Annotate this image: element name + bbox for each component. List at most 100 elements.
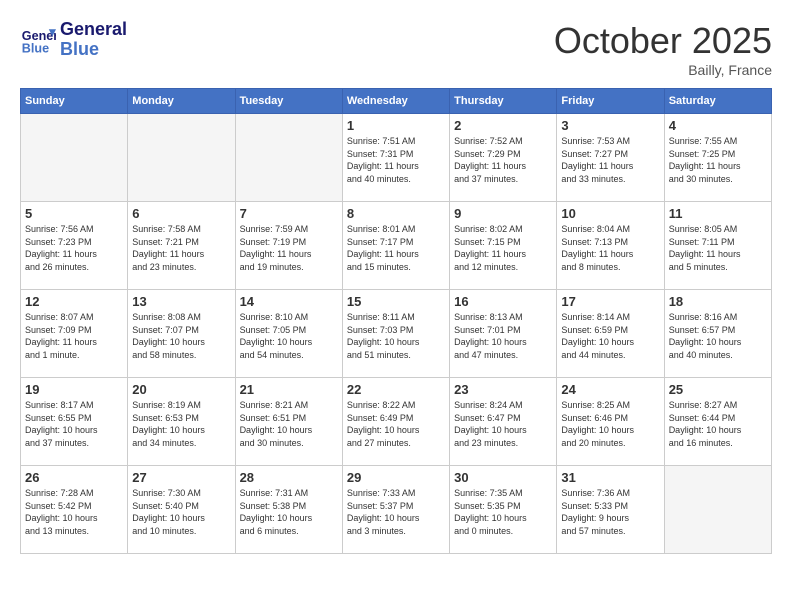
week-row-1: 1 Sunrise: 7:51 AM Sunset: 7:31 PM Daylig…	[21, 114, 772, 202]
day-info: Sunrise: 7:36 AM Sunset: 5:33 PM Dayligh…	[561, 487, 659, 537]
page-header: General Blue General Blue October 2025 B…	[20, 20, 772, 78]
weekday-header-sunday: Sunday	[21, 89, 128, 114]
day-info: Sunrise: 7:52 AM Sunset: 7:29 PM Dayligh…	[454, 135, 552, 185]
day-info: Sunrise: 8:02 AM Sunset: 7:15 PM Dayligh…	[454, 223, 552, 273]
title-block: October 2025 Bailly, France	[554, 20, 772, 78]
calendar-cell: 25 Sunrise: 8:27 AM Sunset: 6:44 PM Dayli…	[664, 378, 771, 466]
calendar-cell: 12Sunrise: 8:07 AM Sunset: 7:09 PM Dayli…	[21, 290, 128, 378]
day-info: Sunrise: 7:31 AM Sunset: 5:38 PM Dayligh…	[240, 487, 338, 537]
day-info: Sunrise: 8:16 AM Sunset: 6:57 PM Dayligh…	[669, 311, 767, 361]
calendar-cell: 27 Sunrise: 7:30 AM Sunset: 5:40 PM Dayli…	[128, 466, 235, 554]
day-info: Sunrise: 7:56 AM Sunset: 7:23 PM Dayligh…	[25, 223, 123, 273]
day-number: 14	[240, 294, 338, 309]
day-number: 17	[561, 294, 659, 309]
day-number: 15	[347, 294, 445, 309]
calendar-cell	[128, 114, 235, 202]
day-info: Sunrise: 8:27 AM Sunset: 6:44 PM Dayligh…	[669, 399, 767, 449]
logo-line2: Blue	[60, 40, 127, 60]
calendar-cell: 29 Sunrise: 7:33 AM Sunset: 5:37 PM Dayli…	[342, 466, 449, 554]
week-row-3: 12Sunrise: 8:07 AM Sunset: 7:09 PM Dayli…	[21, 290, 772, 378]
day-number: 4	[669, 118, 767, 133]
day-info: Sunrise: 7:55 AM Sunset: 7:25 PM Dayligh…	[669, 135, 767, 185]
day-number: 19	[25, 382, 123, 397]
day-number: 28	[240, 470, 338, 485]
calendar-table: SundayMondayTuesdayWednesdayThursdayFrid…	[20, 88, 772, 554]
calendar-cell: 5 Sunrise: 7:56 AM Sunset: 7:23 PM Daylig…	[21, 202, 128, 290]
calendar-cell	[21, 114, 128, 202]
day-number: 1	[347, 118, 445, 133]
day-info: Sunrise: 8:01 AM Sunset: 7:17 PM Dayligh…	[347, 223, 445, 273]
day-number: 25	[669, 382, 767, 397]
day-number: 10	[561, 206, 659, 221]
day-number: 23	[454, 382, 552, 397]
calendar-cell: 23 Sunrise: 8:24 AM Sunset: 6:47 PM Dayli…	[450, 378, 557, 466]
day-info: Sunrise: 7:51 AM Sunset: 7:31 PM Dayligh…	[347, 135, 445, 185]
calendar-cell: 1 Sunrise: 7:51 AM Sunset: 7:31 PM Daylig…	[342, 114, 449, 202]
calendar-cell: 30 Sunrise: 7:35 AM Sunset: 5:35 PM Dayli…	[450, 466, 557, 554]
weekday-header-tuesday: Tuesday	[235, 89, 342, 114]
calendar-cell: 15 Sunrise: 8:11 AM Sunset: 7:03 PM Dayli…	[342, 290, 449, 378]
day-number: 3	[561, 118, 659, 133]
day-number: 26	[25, 470, 123, 485]
day-number: 27	[132, 470, 230, 485]
day-number: 13	[132, 294, 230, 309]
week-row-5: 26 Sunrise: 7:28 AM Sunset: 5:42 PM Dayli…	[21, 466, 772, 554]
svg-text:Blue: Blue	[22, 41, 49, 55]
day-number: 6	[132, 206, 230, 221]
weekday-header-monday: Monday	[128, 89, 235, 114]
calendar-cell: 28 Sunrise: 7:31 AM Sunset: 5:38 PM Dayli…	[235, 466, 342, 554]
day-number: 21	[240, 382, 338, 397]
day-info: Sunrise: 8:13 AM Sunset: 7:01 PM Dayligh…	[454, 311, 552, 361]
day-number: 9	[454, 206, 552, 221]
weekday-header-wednesday: Wednesday	[342, 89, 449, 114]
day-number: 7	[240, 206, 338, 221]
calendar-cell: 18 Sunrise: 8:16 AM Sunset: 6:57 PM Dayli…	[664, 290, 771, 378]
day-number: 12	[25, 294, 123, 309]
calendar-cell: 19 Sunrise: 8:17 AM Sunset: 6:55 PM Dayli…	[21, 378, 128, 466]
calendar-cell: 7 Sunrise: 7:59 AM Sunset: 7:19 PM Daylig…	[235, 202, 342, 290]
calendar-cell: 8 Sunrise: 8:01 AM Sunset: 7:17 PM Daylig…	[342, 202, 449, 290]
day-number: 11	[669, 206, 767, 221]
calendar-cell: 31 Sunrise: 7:36 AM Sunset: 5:33 PM Dayli…	[557, 466, 664, 554]
day-number: 30	[454, 470, 552, 485]
day-number: 20	[132, 382, 230, 397]
weekday-header-thursday: Thursday	[450, 89, 557, 114]
day-info: Sunrise: 7:33 AM Sunset: 5:37 PM Dayligh…	[347, 487, 445, 537]
day-number: 31	[561, 470, 659, 485]
calendar-cell: 16 Sunrise: 8:13 AM Sunset: 7:01 PM Dayli…	[450, 290, 557, 378]
calendar-cell: 22Sunrise: 8:22 AM Sunset: 6:49 PM Dayli…	[342, 378, 449, 466]
calendar-cell: 9 Sunrise: 8:02 AM Sunset: 7:15 PM Daylig…	[450, 202, 557, 290]
day-info: Sunrise: 8:04 AM Sunset: 7:13 PM Dayligh…	[561, 223, 659, 273]
day-number: 16	[454, 294, 552, 309]
weekday-header-saturday: Saturday	[664, 89, 771, 114]
calendar-cell: 3Sunrise: 7:53 AM Sunset: 7:27 PM Daylig…	[557, 114, 664, 202]
day-info: Sunrise: 8:05 AM Sunset: 7:11 PM Dayligh…	[669, 223, 767, 273]
day-number: 29	[347, 470, 445, 485]
logo-icon: General Blue	[20, 22, 56, 58]
day-info: Sunrise: 8:24 AM Sunset: 6:47 PM Dayligh…	[454, 399, 552, 449]
day-info: Sunrise: 8:25 AM Sunset: 6:46 PM Dayligh…	[561, 399, 659, 449]
calendar-cell: 11 Sunrise: 8:05 AM Sunset: 7:11 PM Dayli…	[664, 202, 771, 290]
calendar-cell: 26 Sunrise: 7:28 AM Sunset: 5:42 PM Dayli…	[21, 466, 128, 554]
calendar-cell: 4 Sunrise: 7:55 AM Sunset: 7:25 PM Daylig…	[664, 114, 771, 202]
day-info: Sunrise: 7:30 AM Sunset: 5:40 PM Dayligh…	[132, 487, 230, 537]
calendar-cell: 2Sunrise: 7:52 AM Sunset: 7:29 PM Daylig…	[450, 114, 557, 202]
calendar-cell: 6 Sunrise: 7:58 AM Sunset: 7:21 PM Daylig…	[128, 202, 235, 290]
day-number: 5	[25, 206, 123, 221]
day-info: Sunrise: 7:59 AM Sunset: 7:19 PM Dayligh…	[240, 223, 338, 273]
day-number: 18	[669, 294, 767, 309]
day-number: 8	[347, 206, 445, 221]
day-info: Sunrise: 8:11 AM Sunset: 7:03 PM Dayligh…	[347, 311, 445, 361]
day-info: Sunrise: 7:35 AM Sunset: 5:35 PM Dayligh…	[454, 487, 552, 537]
logo: General Blue General Blue	[20, 20, 127, 60]
day-info: Sunrise: 7:58 AM Sunset: 7:21 PM Dayligh…	[132, 223, 230, 273]
calendar-cell: 13Sunrise: 8:08 AM Sunset: 7:07 PM Dayli…	[128, 290, 235, 378]
calendar-cell: 20Sunrise: 8:19 AM Sunset: 6:53 PM Dayli…	[128, 378, 235, 466]
calendar-cell: 24Sunrise: 8:25 AM Sunset: 6:46 PM Dayli…	[557, 378, 664, 466]
day-info: Sunrise: 8:21 AM Sunset: 6:51 PM Dayligh…	[240, 399, 338, 449]
day-info: Sunrise: 8:17 AM Sunset: 6:55 PM Dayligh…	[25, 399, 123, 449]
day-info: Sunrise: 7:28 AM Sunset: 5:42 PM Dayligh…	[25, 487, 123, 537]
weekday-header-friday: Friday	[557, 89, 664, 114]
calendar-cell: 10 Sunrise: 8:04 AM Sunset: 7:13 PM Dayli…	[557, 202, 664, 290]
day-info: Sunrise: 8:22 AM Sunset: 6:49 PM Dayligh…	[347, 399, 445, 449]
